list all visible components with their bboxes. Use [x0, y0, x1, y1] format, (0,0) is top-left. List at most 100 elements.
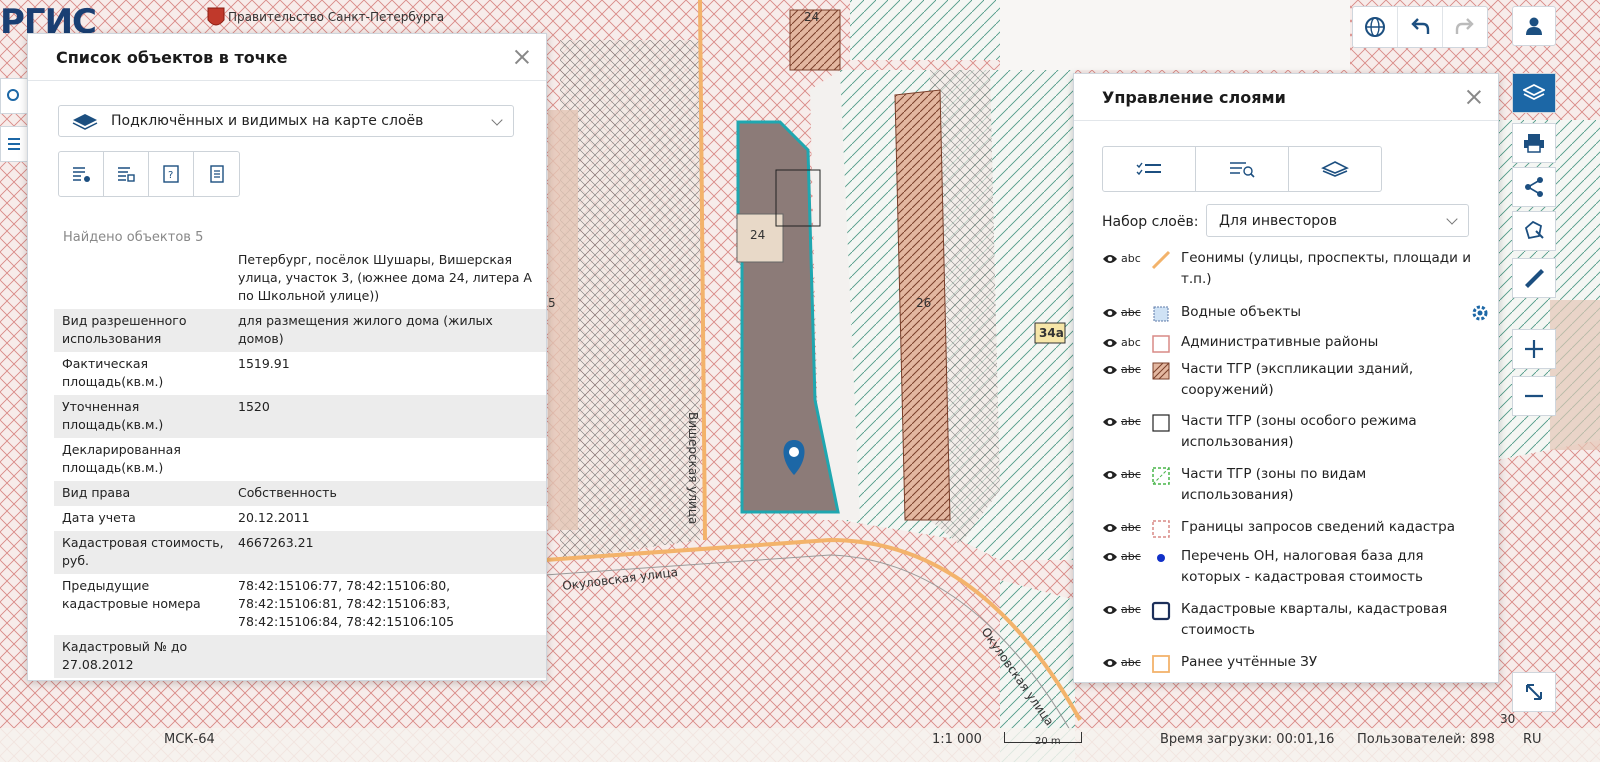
attribute-key — [54, 248, 230, 309]
identify-area-button[interactable] — [104, 152, 149, 196]
eye-icon[interactable] — [1102, 551, 1118, 563]
label-toggle[interactable]: abc — [1121, 336, 1147, 349]
attribute-row: Кадастровый № до 27.08.2012 — [54, 635, 546, 678]
attribute-key: Дата учета — [62, 510, 136, 525]
attribute-value: 4667263.21 — [230, 531, 546, 574]
layers-icon — [1523, 83, 1545, 101]
layers-stack-button[interactable] — [1289, 147, 1381, 191]
layer-name: Ранее учтённые ЗУ — [1181, 654, 1318, 670]
layer-row[interactable]: abc Водные объекты — [1102, 304, 1471, 324]
svg-text:?: ? — [168, 170, 173, 181]
label-toggle[interactable]: abc — [1121, 521, 1147, 534]
found-count: Найдено объектов 5 — [63, 230, 204, 245]
eye-icon[interactable] — [1102, 307, 1118, 319]
attribute-value — [230, 438, 546, 481]
layer-row[interactable]: abc Границы запросов сведений кадастра — [1102, 519, 1471, 539]
label-toggle[interactable]: abc — [1121, 363, 1147, 376]
undo-button[interactable] — [1398, 7, 1443, 47]
layer-symbol-icon — [1152, 655, 1170, 673]
eye-icon[interactable] — [1102, 657, 1118, 669]
attribute-key: Вид разрешенного использования — [54, 309, 230, 352]
eye-icon[interactable] — [1102, 337, 1118, 349]
layer-row[interactable]: abc Кадастровые кварталы, кадастровая сто… — [1102, 601, 1471, 641]
layer-search-button[interactable] — [1196, 147, 1289, 191]
menu-icon — [8, 138, 20, 150]
eye-icon[interactable] — [1102, 604, 1118, 616]
layer-row[interactable]: abc Перечень ОН, налоговая база для котор… — [1102, 548, 1471, 588]
gear-icon[interactable] — [1471, 304, 1489, 322]
layer-row[interactable]: abc Части ТГР (экспликации зданий, сооруж… — [1102, 361, 1471, 401]
label-toggle[interactable]: abc — [1121, 603, 1147, 616]
layer-row[interactable]: abc Части ТГР (зоны особого режима исполь… — [1102, 413, 1471, 453]
label-toggle[interactable]: abc — [1121, 656, 1147, 669]
language-switch[interactable]: RU — [1523, 732, 1542, 747]
menu-button[interactable] — [0, 126, 28, 162]
measure-button[interactable] — [1512, 258, 1556, 298]
label-toggle[interactable]: abc — [1121, 306, 1147, 319]
globe-button[interactable] — [1353, 7, 1398, 47]
layer-row[interactable]: abc Геонимы (улицы, проспекты, площади и … — [1102, 250, 1471, 290]
street-label-vishersk: Вишерская улица — [686, 412, 700, 525]
select-area-button[interactable] — [1512, 211, 1556, 251]
label-toggle[interactable]: abc — [1121, 252, 1147, 265]
label-toggle[interactable]: abc — [1121, 468, 1147, 481]
attribute-row: Вид права Собственность — [54, 481, 546, 506]
eye-icon[interactable] — [1102, 416, 1118, 428]
redo-icon — [1455, 18, 1474, 34]
label-toggle[interactable]: abc — [1121, 415, 1147, 428]
layer-name: Части ТГР (экспликации зданий, сооружени… — [1181, 361, 1414, 398]
eye-icon[interactable] — [1102, 522, 1118, 534]
eye-icon[interactable] — [1102, 364, 1118, 376]
document-icon — [209, 165, 224, 183]
load-time: Время загрузки: 00:01,16 — [1160, 732, 1335, 747]
layers-toggle-button[interactable] — [1512, 73, 1556, 113]
layer-filter-select[interactable]: Подключённых и видимых на карте слоёв — [58, 105, 514, 137]
search-icon — [7, 89, 19, 101]
globe-icon — [1365, 17, 1385, 37]
search-button[interactable] — [0, 78, 28, 114]
layer-row[interactable]: abc Ранее учтённые ЗУ — [1102, 654, 1471, 674]
attribute-value: 1519.91 — [238, 356, 290, 371]
eye-icon[interactable] — [1102, 469, 1118, 481]
layer-name: Кадастровые кварталы, кадастровая стоимо… — [1181, 601, 1448, 638]
label-toggle[interactable]: abc — [1121, 550, 1147, 563]
layer-name: Части ТГР (зоны по видам использования) — [1181, 466, 1367, 503]
house-number: 30 — [1500, 712, 1516, 726]
close-icon[interactable] — [1464, 87, 1484, 107]
attribute-value: для размещения жилого дома (жилых домов) — [230, 309, 546, 352]
zoom-out-button[interactable] — [1512, 376, 1556, 416]
checklist-button[interactable] — [1103, 147, 1196, 191]
layers-icon — [1321, 161, 1349, 177]
eye-icon[interactable] — [1102, 253, 1118, 265]
zoom-in-button[interactable] — [1512, 329, 1556, 369]
layer-row[interactable]: abc Административные районы — [1102, 334, 1471, 354]
print-button[interactable] — [1512, 123, 1556, 163]
close-icon[interactable] — [512, 47, 532, 67]
identify-toolbar: ? — [58, 151, 240, 197]
status-bar: МСК-64 1:1 000 20 m Время загрузки: 00:0… — [0, 728, 1600, 762]
redo-button[interactable] — [1443, 7, 1487, 47]
identify-unknown-button[interactable]: ? — [149, 152, 194, 196]
panel-title: Список объектов в точке — [56, 47, 288, 67]
ruler-icon — [1525, 269, 1544, 288]
identify-point-button[interactable] — [59, 152, 104, 196]
share-button[interactable] — [1512, 167, 1556, 207]
attribute-key: Кадастровый № до 27.08.2012 — [54, 635, 230, 678]
attribute-value: 1520 — [230, 395, 546, 438]
attribute-key: Фактическая площадь(кв.м.) — [62, 356, 164, 389]
undo-icon — [1411, 18, 1430, 34]
fullscreen-button[interactable] — [1512, 672, 1556, 712]
layer-set-select[interactable]: Для инвесторов — [1206, 204, 1469, 237]
layers-view-switch — [1102, 146, 1382, 192]
layers-panel: Управление слоями Набор слоёв: Для инвес… — [1073, 73, 1499, 683]
layer-row[interactable]: abc Части ТГР (зоны по видам использовани… — [1102, 466, 1471, 506]
layer-name: Перечень ОН, налоговая база для которых … — [1181, 548, 1424, 585]
layer-name: Административные районы — [1181, 334, 1379, 350]
scale-bar-label: 20 m — [1035, 736, 1061, 747]
layers-icon — [72, 114, 98, 130]
layer-set-label: Набор слоёв: — [1102, 214, 1199, 230]
document-button[interactable] — [194, 152, 239, 196]
user-button[interactable] — [1512, 6, 1556, 46]
attribute-row: Дата учета 20.12.2011 — [54, 506, 546, 531]
crs-label[interactable]: МСК-64 — [164, 732, 215, 747]
